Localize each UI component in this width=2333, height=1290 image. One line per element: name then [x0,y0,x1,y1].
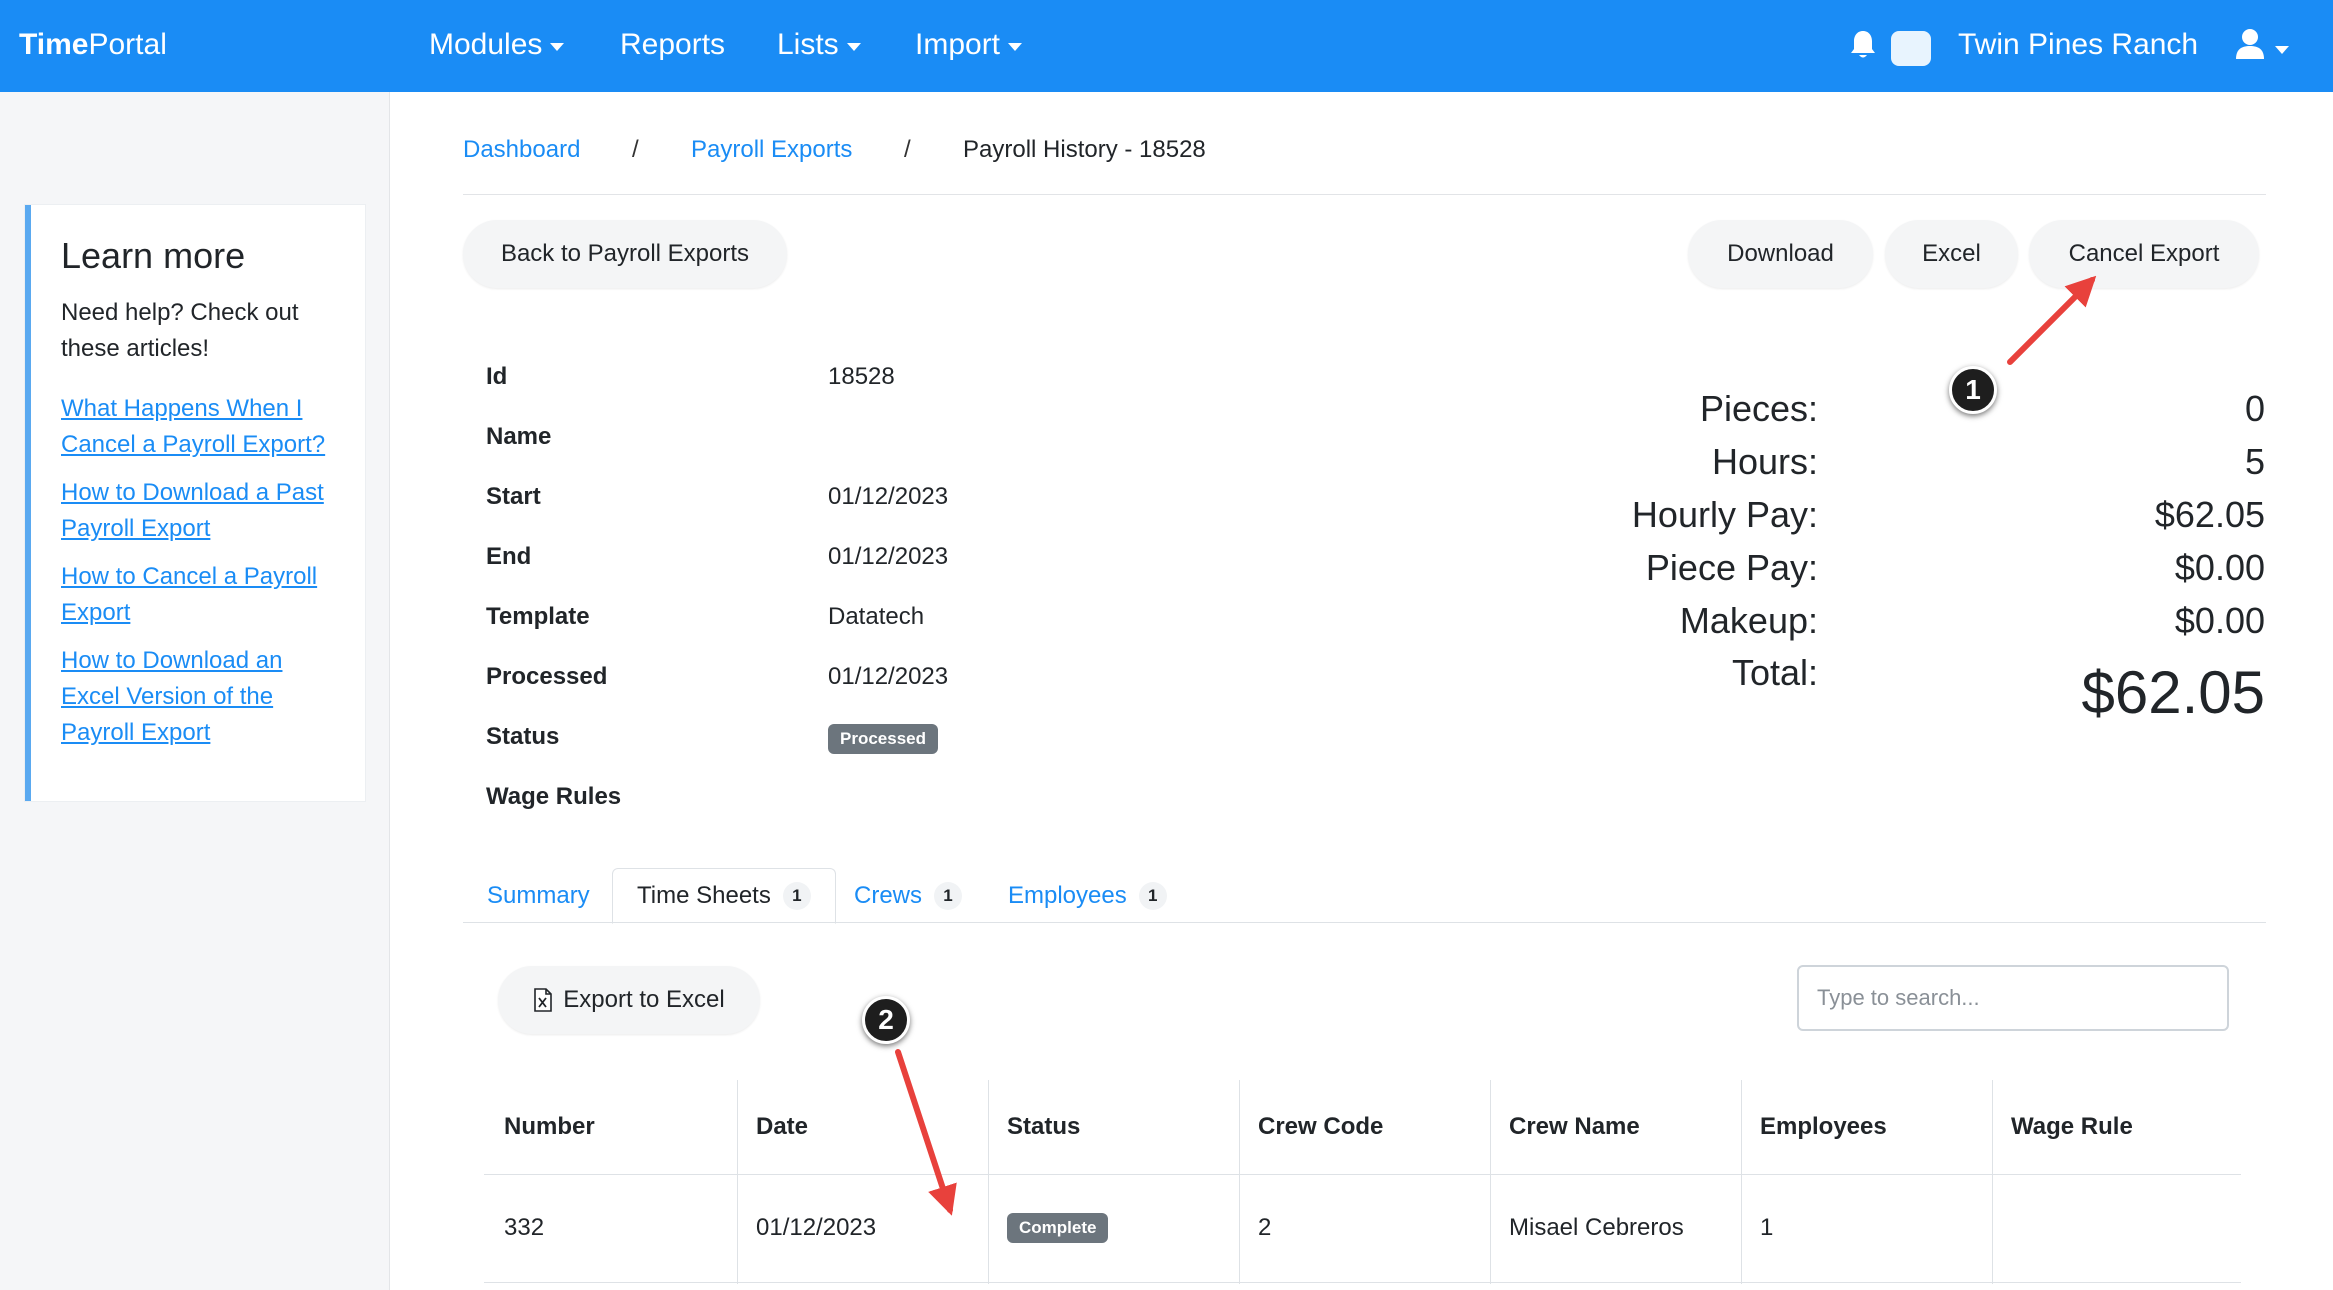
cell-crew-name: Misael Cebreros [1509,1214,1684,1241]
detail-start-label: Start [486,483,541,510]
tab-employees-label: Employees [1008,881,1127,909]
brand-bold-text: Time [19,28,89,61]
tab-summary[interactable]: Summary [463,868,614,923]
learn-more-subtitle: Need help? Check out these articles! [61,299,299,362]
nav-lists-label: Lists [777,28,839,61]
cell-employees: 1 [1760,1214,1774,1241]
excel-file-icon [534,988,553,1012]
nav-lists-dropdown[interactable]: Lists [777,28,861,62]
column-header-employees[interactable]: Employees [1742,1080,1993,1174]
hourly-pay-value: $62.05 [2154,494,2265,535]
detail-end-label: End [486,543,532,570]
detail-wage-rules-label: Wage Rules [486,783,622,810]
status-badge: Processed [828,724,938,754]
annotation-marker-1: 1 [1949,366,1997,414]
makeup-value: $0.00 [2174,600,2265,641]
bell-icon[interactable] [1849,29,1877,61]
column-header-crew-code[interactable]: Crew Code [1240,1080,1491,1174]
cell-number: 332 [504,1214,545,1241]
detail-processed-value: 01/12/2023 [828,663,949,690]
total-label: Total: [1731,652,1818,693]
nav-reports-label: Reports [620,28,726,61]
tab-time-sheets[interactable]: Time Sheets 1 [612,868,836,924]
pieces-label: Pieces: [1699,388,1818,429]
cell-crew-code: 2 [1258,1214,1272,1241]
top-navbar: TimePortal Modules Reports Lists Import … [0,0,2333,92]
cell-date: 01/12/2023 [756,1214,877,1241]
hours-value: 5 [2244,441,2265,482]
help-article-link[interactable]: What Happens When I Cancel a Payroll Exp… [61,391,341,463]
chevron-down-icon [550,42,565,51]
tab-count-badge: 1 [934,881,963,910]
detail-name-label: Name [486,423,552,450]
tab-employees[interactable]: Employees 1 [984,868,1191,923]
breadcrumb-separator: / [632,136,639,163]
makeup-label: Makeup: [1679,600,1818,641]
detail-start-value: 01/12/2023 [828,483,949,510]
piece-pay-value: $0.00 [2174,547,2265,588]
detail-status-label: Status [486,723,560,750]
brand-light-text: Portal [88,28,167,61]
tab-crews[interactable]: Crews 1 [830,868,986,923]
user-menu-chevron-icon[interactable] [2275,46,2289,54]
annotation-arrow-1 [2007,275,2097,365]
back-to-payroll-exports-button[interactable]: Back to Payroll Exports [463,220,787,288]
download-button[interactable]: Download [1688,220,1873,288]
nav-reports-link[interactable]: Reports [620,28,725,62]
nav-import-label: Import [915,28,1001,61]
cell-status: Complete [989,1174,1240,1282]
breadcrumb-payroll-exports[interactable]: Payroll Exports [691,136,852,164]
breadcrumb-dashboard[interactable]: Dashboard [463,136,580,164]
detail-end-value: 01/12/2023 [828,543,949,570]
nav-modules-label: Modules [429,28,543,61]
tab-count-badge: 1 [782,882,811,910]
column-header-wage-rule[interactable]: Wage Rule [1993,1080,2239,1174]
column-header-number[interactable]: Number [486,1080,737,1174]
total-value: $62.05 [2081,659,2265,726]
hourly-pay-label: Hourly Pay: [1631,494,1818,535]
tab-time-sheets-label: Time Sheets [637,882,771,909]
tab-summary-label: Summary [487,881,590,909]
pieces-value: 0 [2244,388,2265,429]
hours-label: Hours: [1711,441,1818,482]
breadcrumb-current: Payroll History - 18528 [963,136,1206,163]
chevron-down-icon [846,42,861,51]
tabs-divider [463,922,2266,923]
learn-more-title: Learn more [61,235,246,276]
help-article-link[interactable]: How to Download a Past Payroll Export [61,475,341,547]
breadcrumb-separator: / [904,136,911,163]
user-icon[interactable] [2235,28,2265,60]
learn-more-card: Learn more Need help? Check out these ar… [25,205,365,801]
detail-processed-label: Processed [486,663,608,690]
annotation-marker-2: 2 [862,996,910,1044]
detail-template-label: Template [486,603,590,630]
piece-pay-label: Piece Pay: [1645,547,1818,588]
column-header-status[interactable]: Status [989,1080,1240,1174]
export-to-excel-label: Export to Excel [563,986,725,1013]
search-input[interactable] [1797,965,2229,1031]
table-row-divider [484,1282,2241,1283]
export-to-excel-button[interactable]: Export to Excel [498,966,760,1034]
row-status-badge: Complete [1007,1213,1109,1243]
breadcrumb-divider [463,194,2266,195]
tab-crews-label: Crews [854,881,923,909]
detail-id-value: 18528 [828,363,895,390]
column-header-date[interactable]: Date [738,1080,989,1174]
detail-template-value: Datatech [828,603,925,630]
tab-count-badge: 1 [1138,881,1167,910]
detail-id-label: Id [486,363,508,390]
app-logo[interactable]: TimePortal [19,28,167,62]
excel-button[interactable]: Excel [1885,220,2018,288]
cell-wage-rule [1993,1174,2239,1282]
help-article-link[interactable]: How to Cancel a Payroll Export [61,559,341,631]
column-header-crew-name[interactable]: Crew Name [1491,1080,1742,1174]
nav-modules-dropdown[interactable]: Modules [429,28,565,62]
nav-import-dropdown[interactable]: Import [915,28,1023,62]
cancel-export-button[interactable]: Cancel Export [2029,220,2259,288]
chevron-down-icon [1008,42,1023,51]
help-article-link[interactable]: How to Download an Excel Version of the … [61,643,341,751]
notification-toggle[interactable] [1891,31,1931,66]
organization-name[interactable]: Twin Pines Ranch [1958,28,2198,62]
